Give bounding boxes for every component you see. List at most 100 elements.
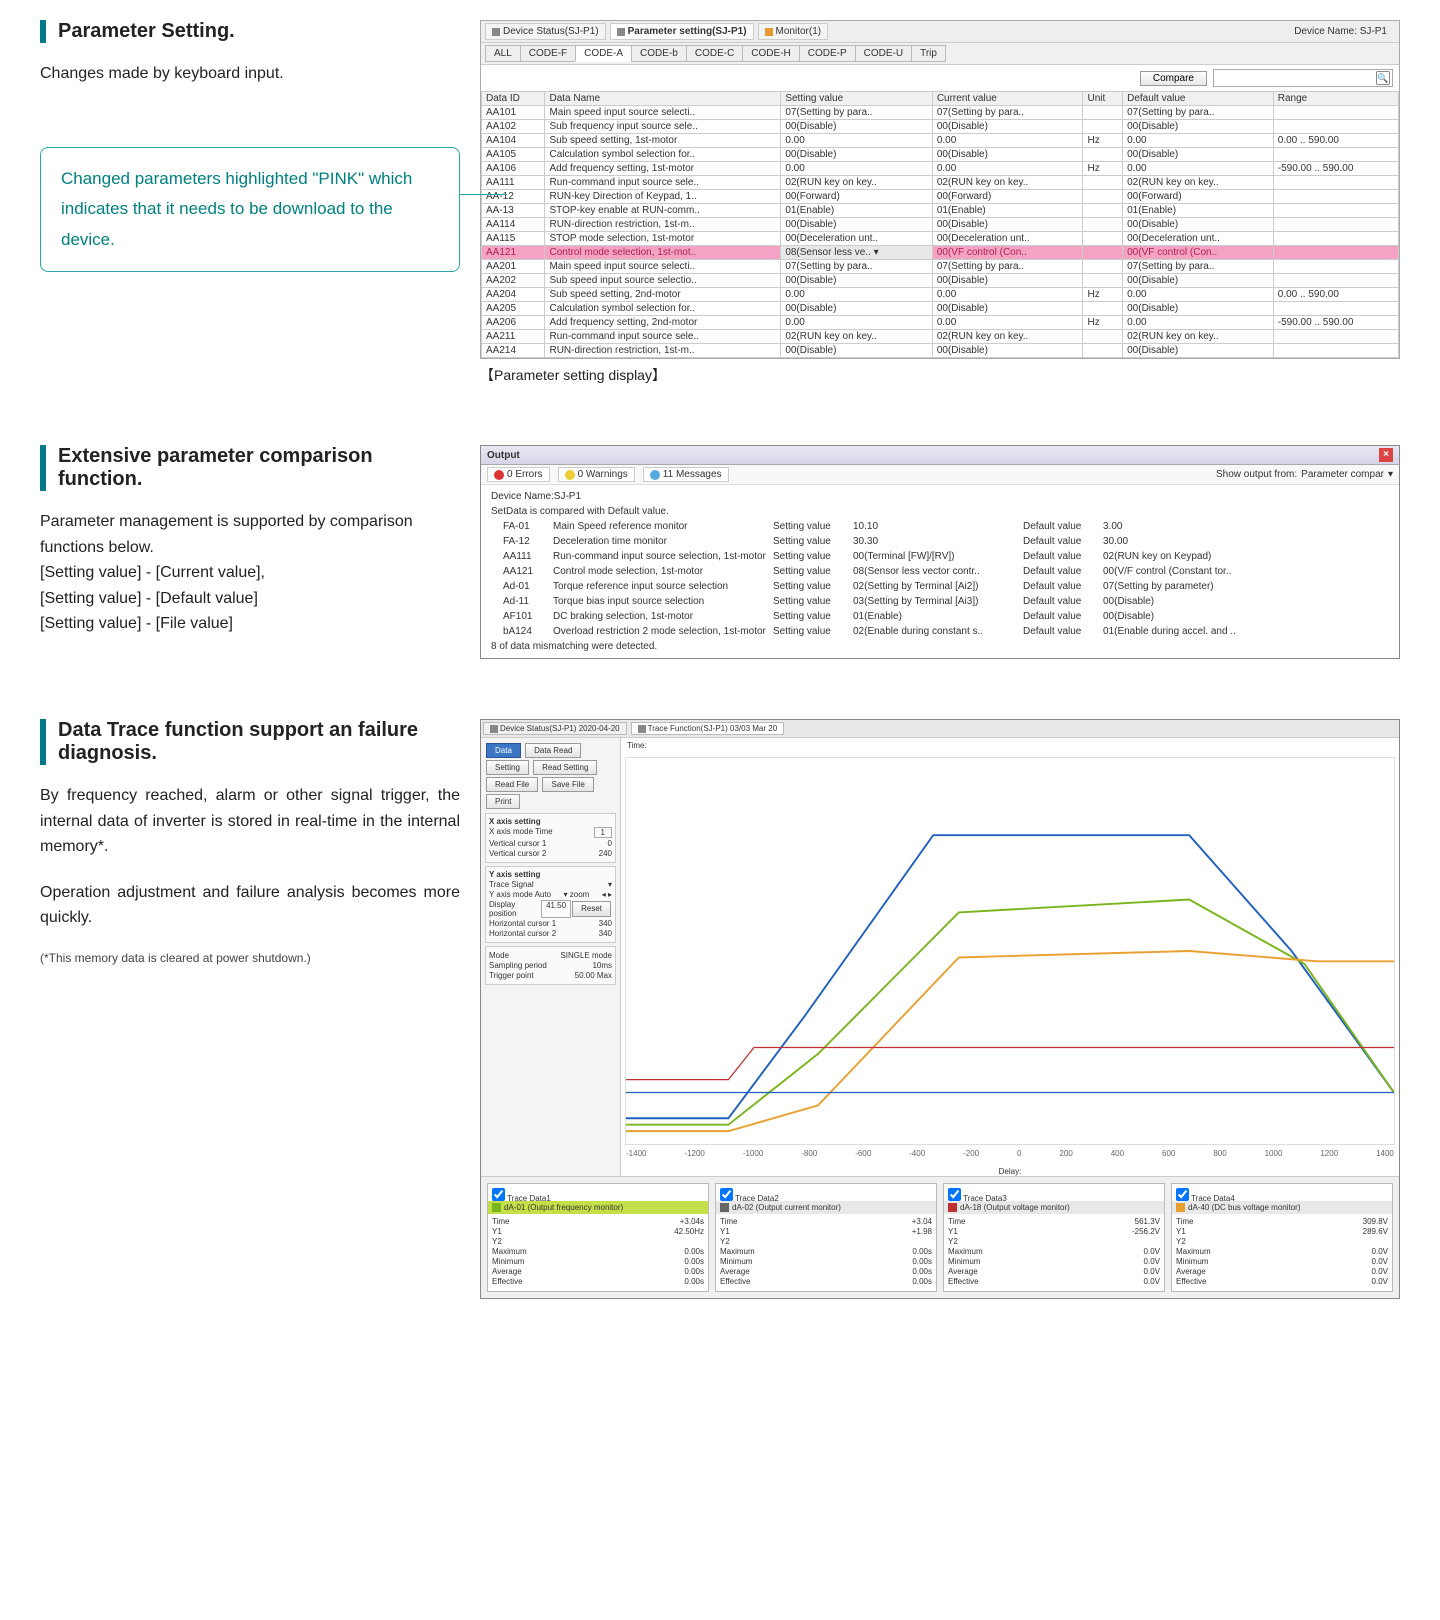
search-input[interactable]: 🔍 bbox=[1213, 69, 1393, 87]
output-row: Ad-11Torque bias input source selectionS… bbox=[503, 594, 1389, 609]
grid-icon bbox=[492, 28, 500, 36]
table-row[interactable]: AA106Add frequency setting, 1st-motor0.0… bbox=[482, 162, 1399, 176]
section2-body: Parameter management is supported by com… bbox=[40, 509, 460, 637]
out-foot: 8 of data mismatching were detected. bbox=[491, 639, 1389, 654]
table-row[interactable]: AA105Calculation symbol selection for..0… bbox=[482, 148, 1399, 162]
code-tab-code-c[interactable]: CODE-C bbox=[686, 45, 743, 62]
x-axis-group: X axis setting X axis mode Time1 Vertica… bbox=[485, 813, 616, 863]
setting-button[interactable]: Setting bbox=[486, 760, 529, 775]
table-row[interactable]: AA115STOP mode selection, 1st-motor00(De… bbox=[482, 232, 1399, 246]
section3-body1: By frequency reached, alarm or other sig… bbox=[40, 783, 460, 860]
trace-sidebar: Data Data Read Setting Read Setting Read… bbox=[481, 738, 621, 1176]
search-icon: 🔍 bbox=[1376, 71, 1390, 85]
close-icon[interactable]: × bbox=[1379, 448, 1393, 462]
table-row[interactable]: AA205Calculation symbol selection for..0… bbox=[482, 302, 1399, 316]
print-button[interactable]: Print bbox=[486, 794, 520, 809]
x-tick: 600 bbox=[1162, 1149, 1175, 1158]
output-row: FA-12Deceleration time monitorSetting va… bbox=[503, 534, 1389, 549]
y-axis-group: Y axis setting Trace Signal▾ Y axis mode… bbox=[485, 866, 616, 943]
col-range[interactable]: Range bbox=[1273, 92, 1398, 106]
table-row[interactable]: AA202Sub speed input source selectio..00… bbox=[482, 274, 1399, 288]
warning-icon bbox=[565, 470, 575, 480]
errors-pill[interactable]: 0 Errors bbox=[487, 467, 550, 482]
table-row[interactable]: AA206Add frequency setting, 2nd-motor0.0… bbox=[482, 316, 1399, 330]
table-row[interactable]: AA204Sub speed setting, 2nd-motor0.000.0… bbox=[482, 288, 1399, 302]
trace-line-red bbox=[626, 1048, 1394, 1080]
output-source[interactable]: Parameter compar bbox=[1301, 469, 1384, 480]
data-read-button[interactable]: Data Read bbox=[525, 743, 581, 758]
x-tick: 1400 bbox=[1376, 1149, 1394, 1158]
code-tab-trip[interactable]: Trip bbox=[911, 45, 946, 62]
data-button[interactable]: Data bbox=[486, 743, 521, 758]
table-row[interactable]: AA101Main speed input source selecti..07… bbox=[482, 106, 1399, 120]
trace-checkbox[interactable] bbox=[1176, 1188, 1189, 1201]
code-tab-all[interactable]: ALL bbox=[485, 45, 521, 62]
code-tab-code-h[interactable]: CODE-H bbox=[742, 45, 799, 62]
reset-button[interactable]: Reset bbox=[572, 901, 611, 917]
trace-checkbox[interactable] bbox=[492, 1188, 505, 1201]
monitor-icon bbox=[765, 28, 773, 36]
table-row[interactable]: AA102Sub frequency input source sele..00… bbox=[482, 120, 1399, 134]
grid-icon bbox=[638, 725, 646, 733]
tab-monitor[interactable]: Monitor(1) bbox=[758, 23, 829, 40]
x-tick: 1000 bbox=[1265, 1149, 1283, 1158]
table-row[interactable]: AA104Sub speed setting, 1st-motor0.000.0… bbox=[482, 134, 1399, 148]
color-swatch-icon bbox=[492, 1203, 501, 1212]
col-default-value[interactable]: Default value bbox=[1123, 92, 1274, 106]
table-row[interactable]: AA111Run-command input source sele..02(R… bbox=[482, 176, 1399, 190]
trace-line-green bbox=[626, 900, 1394, 1125]
table-row[interactable]: AA214RUN-direction restriction, 1st-m..0… bbox=[482, 344, 1399, 358]
trace-window: Device Status(SJ-P1) 2020-04-20 Trace Fu… bbox=[480, 719, 1400, 1299]
trace-panel-p2: Trace Data2dA-02 (Output current monitor… bbox=[715, 1183, 937, 1292]
col-data-id[interactable]: Data ID bbox=[482, 92, 545, 106]
color-swatch-icon bbox=[948, 1203, 957, 1212]
trace-checkbox[interactable] bbox=[720, 1188, 733, 1201]
col-unit[interactable]: Unit bbox=[1083, 92, 1123, 106]
trace-tab-function[interactable]: Trace Function(SJ-P1) 03/03 Mar 20 bbox=[631, 722, 785, 735]
x-tick: 400 bbox=[1111, 1149, 1124, 1158]
table-row[interactable]: AA114RUN-direction restriction, 1st-m..0… bbox=[482, 218, 1399, 232]
table-row[interactable]: AA121Control mode selection, 1st-mot..08… bbox=[482, 246, 1399, 260]
section3-heading: Data Trace function support an failure d… bbox=[40, 719, 460, 765]
col-current-value[interactable]: Current value bbox=[932, 92, 1083, 106]
table-row[interactable]: AA-13STOP-key enable at RUN-comm..01(Ena… bbox=[482, 204, 1399, 218]
read-file-button[interactable]: Read File bbox=[486, 777, 538, 792]
table-row[interactable]: AA201Main speed input source selecti..07… bbox=[482, 260, 1399, 274]
pink-callout: Changed parameters highlighted "PINK" wh… bbox=[40, 147, 460, 273]
code-tab-code-f[interactable]: CODE-F bbox=[520, 45, 576, 62]
parameter-window: Device Status(SJ-P1) Parameter setting(S… bbox=[480, 20, 1400, 359]
col-setting-value[interactable]: Setting value bbox=[781, 92, 933, 106]
trace-panel-p1: Trace Data1dA-01 (Output frequency monit… bbox=[487, 1183, 709, 1292]
code-tab-code-a[interactable]: CODE-A bbox=[575, 45, 632, 62]
x-tick: 200 bbox=[1059, 1149, 1072, 1158]
messages-pill[interactable]: 11 Messages bbox=[643, 467, 729, 482]
trace-checkbox[interactable] bbox=[948, 1188, 961, 1201]
compare-button[interactable]: Compare bbox=[1140, 71, 1207, 86]
out-l2: SetData is compared with Default value. bbox=[491, 504, 1389, 519]
code-tab-code-b[interactable]: CODE-b bbox=[631, 45, 687, 62]
table-row[interactable]: AA-12RUN-key Direction of Keypad, 1..00(… bbox=[482, 190, 1399, 204]
tab-device-status[interactable]: Device Status(SJ-P1) bbox=[485, 23, 606, 40]
x-tick: -1200 bbox=[684, 1149, 704, 1158]
parameter-table: Data ID Data Name Setting value Current … bbox=[481, 91, 1399, 358]
code-tabs: ALLCODE-FCODE-ACODE-bCODE-CCODE-HCODE-PC… bbox=[481, 43, 1399, 65]
tab-parameter-setting[interactable]: Parameter setting(SJ-P1) bbox=[610, 23, 754, 40]
x-tick: -1000 bbox=[743, 1149, 763, 1158]
grid-icon bbox=[617, 28, 625, 36]
code-tab-code-u[interactable]: CODE-U bbox=[855, 45, 912, 62]
code-tab-code-p[interactable]: CODE-P bbox=[799, 45, 856, 62]
table-row[interactable]: AA211Run-command input source sele..02(R… bbox=[482, 330, 1399, 344]
x-tick: 800 bbox=[1213, 1149, 1226, 1158]
col-data-name[interactable]: Data Name bbox=[545, 92, 781, 106]
trace-tab-status[interactable]: Device Status(SJ-P1) 2020-04-20 bbox=[483, 722, 627, 735]
chevron-down-icon[interactable]: ▾ bbox=[1388, 469, 1393, 480]
chevron-down-icon[interactable]: ▾ bbox=[608, 880, 612, 889]
trace-chart[interactable]: -1400-1200-1000-800-600-400-200020040060… bbox=[625, 757, 1395, 1145]
output-row: AF101DC braking selection, 1st-motorSett… bbox=[503, 609, 1389, 624]
message-icon bbox=[650, 470, 660, 480]
section1-heading: Parameter Setting. bbox=[40, 20, 460, 43]
save-file-button[interactable]: Save File bbox=[542, 777, 593, 792]
read-setting-button[interactable]: Read Setting bbox=[533, 760, 597, 775]
trace-line-blue bbox=[626, 835, 1394, 1118]
warnings-pill[interactable]: 0 Warnings bbox=[558, 467, 635, 482]
